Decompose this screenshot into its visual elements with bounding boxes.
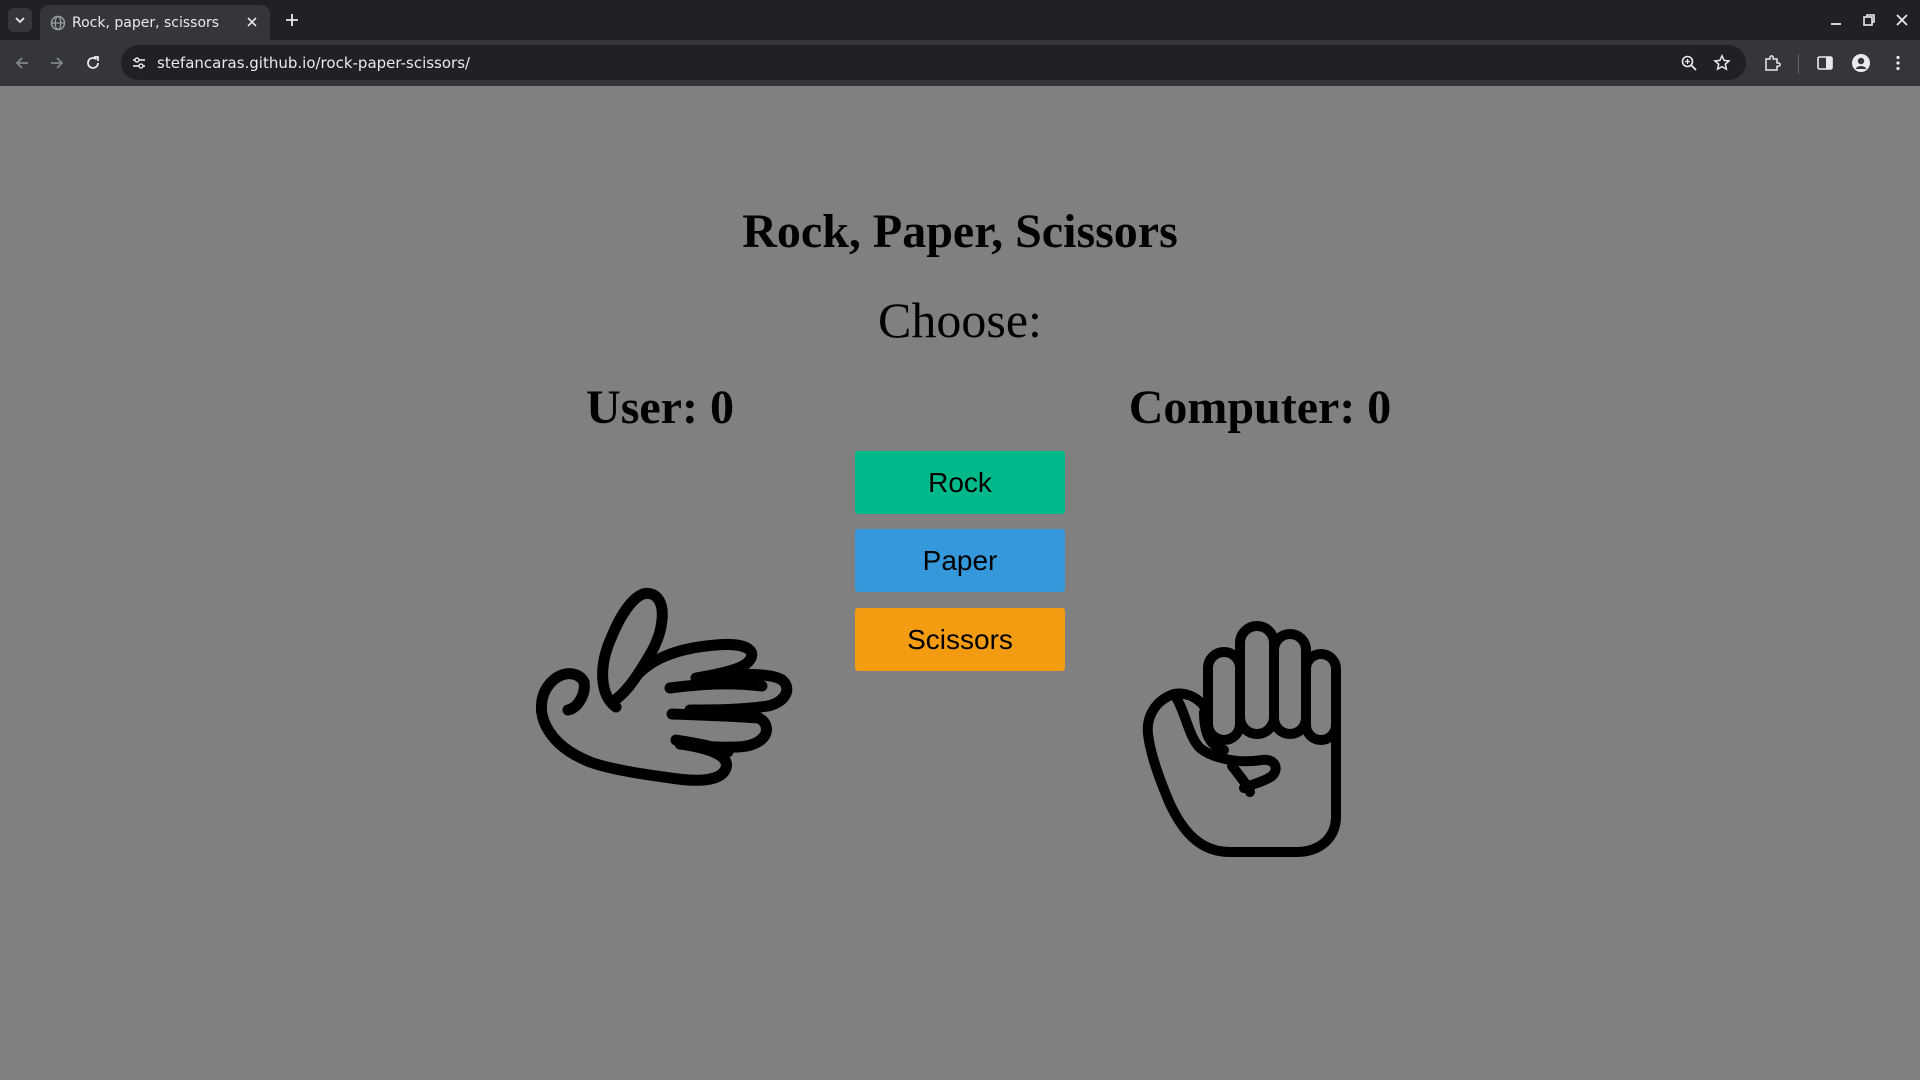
close-window-icon[interactable] — [1892, 10, 1912, 30]
url-text: stefancaras.github.io/rock-paper-scissor… — [157, 54, 471, 72]
tab-search-button[interactable] — [8, 8, 32, 32]
page-title: Rock, Paper, Scissors — [742, 205, 1178, 258]
tab-title: Rock, paper, scissors — [72, 15, 220, 31]
zoom-icon[interactable] — [1680, 54, 1698, 72]
rock-fist-icon — [1142, 621, 1341, 857]
side-panel-icon[interactable] — [1815, 53, 1835, 73]
globe-icon — [50, 15, 66, 31]
computer-score: Computer: 0 — [1128, 381, 1392, 434]
reload-icon[interactable] — [83, 53, 103, 73]
browser-tabstrip: Rock, paper, scissors — [0, 0, 1920, 40]
paper-hand-icon — [535, 587, 793, 786]
toolbar-separator — [1798, 54, 1799, 74]
tab-active[interactable]: Rock, paper, scissors — [40, 5, 270, 40]
game-page: Rock, Paper, Scissors Choose: User: 0 Co… — [0, 86, 1920, 1080]
back-arrow-icon[interactable] — [12, 53, 32, 73]
forward-arrow-icon[interactable] — [47, 53, 67, 73]
user-score: User: 0 — [586, 381, 734, 434]
close-tab-icon[interactable] — [244, 14, 260, 30]
new-tab-icon[interactable] — [282, 10, 302, 30]
restore-icon[interactable] — [1859, 10, 1879, 30]
chevron-down-icon — [15, 17, 25, 24]
scissors-button[interactable]: Scissors — [855, 608, 1065, 671]
extensions-puzzle-icon[interactable] — [1762, 53, 1782, 73]
paper-button[interactable]: Paper — [855, 529, 1065, 592]
bookmark-star-icon[interactable] — [1713, 54, 1731, 72]
rock-button[interactable]: Rock — [855, 451, 1065, 514]
address-bar[interactable]: stefancaras.github.io/rock-paper-scissor… — [121, 45, 1746, 80]
browser-toolbar: stefancaras.github.io/rock-paper-scissor… — [0, 40, 1920, 86]
choose-prompt: Choose: — [878, 292, 1042, 348]
site-settings-icon[interactable] — [130, 54, 148, 72]
kebab-menu-icon[interactable] — [1888, 53, 1908, 73]
profile-avatar-icon[interactable] — [1851, 53, 1871, 73]
minimize-icon[interactable] — [1826, 10, 1846, 30]
